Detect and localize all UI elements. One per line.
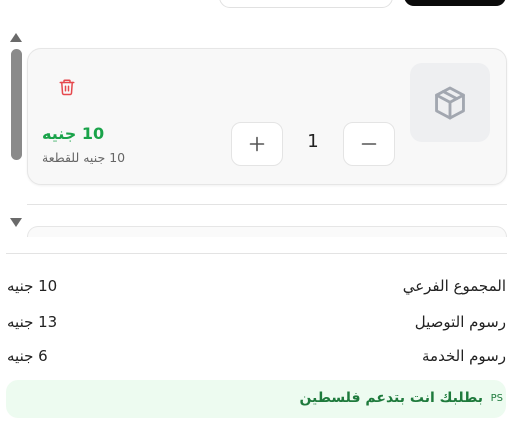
- delete-item-button[interactable]: [55, 75, 79, 99]
- quantity-value: 1: [307, 131, 319, 152]
- delivery-fee-value: 13 جنيه: [7, 313, 58, 331]
- subtotal-label: المجموع الفرعي: [402, 277, 506, 295]
- minus-icon: [361, 143, 377, 145]
- next-cart-item-card: [27, 226, 507, 237]
- item-unit-price: 10 جنيه للقطعة: [42, 150, 126, 165]
- increase-quantity-button[interactable]: [231, 122, 283, 166]
- scroll-down-arrow-icon[interactable]: [10, 218, 22, 227]
- decrease-quantity-button[interactable]: [343, 122, 395, 166]
- trash-icon: [59, 79, 75, 96]
- product-image: [410, 63, 490, 142]
- delivery-fee-label: رسوم التوصيل: [414, 313, 506, 331]
- scroll-up-arrow-icon[interactable]: [10, 33, 22, 42]
- subtotal-value: 10 جنيه: [7, 277, 58, 295]
- divider: [27, 204, 507, 205]
- top-primary-button[interactable]: [404, 0, 506, 6]
- service-fee-value: 6 جنيه: [7, 347, 48, 365]
- item-total-price: 10 جنيه: [42, 124, 105, 143]
- top-secondary-button[interactable]: [219, 0, 393, 8]
- service-fee-label: رسوم الخدمة: [422, 347, 506, 365]
- scrollbar-thumb[interactable]: [11, 49, 22, 160]
- promo-text: بطلبك انت بتدعم فلسطين: [299, 390, 483, 406]
- package-icon: [435, 86, 465, 119]
- divider: [6, 253, 507, 254]
- plus-icon: [249, 136, 265, 152]
- promo-tag: PS: [490, 393, 503, 404]
